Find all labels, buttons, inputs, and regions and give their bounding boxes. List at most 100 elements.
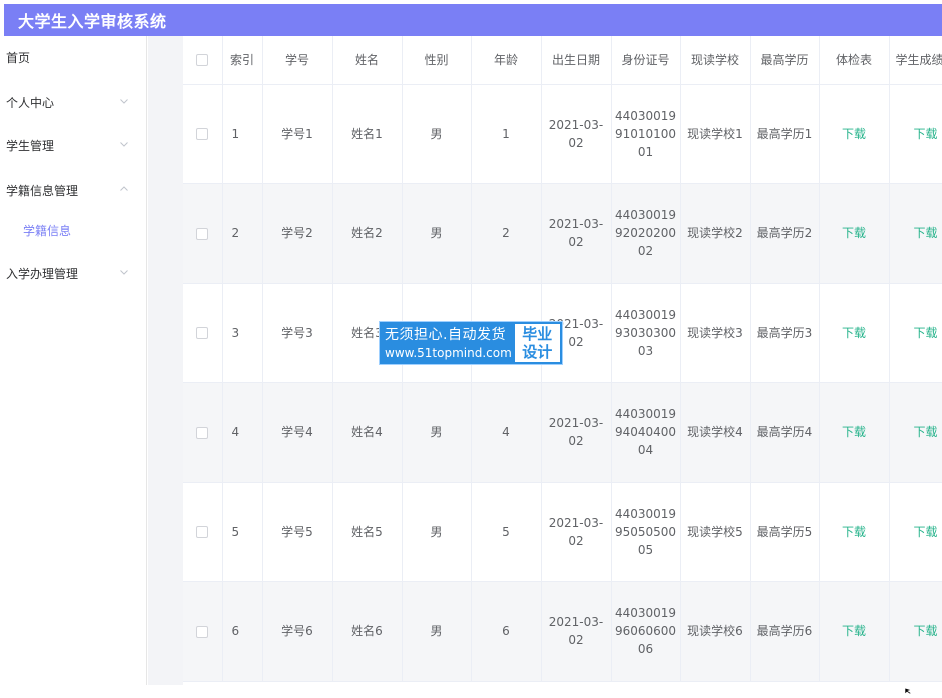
row-checkbox[interactable] xyxy=(196,526,209,539)
column-header-student-no[interactable]: 学号 xyxy=(262,36,333,85)
row-checkbox[interactable] xyxy=(196,327,209,340)
row-checkbox[interactable] xyxy=(196,426,209,439)
sidebar-item-admission-management[interactable]: 入学办理管理 xyxy=(0,258,147,288)
row-checkbox-cell[interactable] xyxy=(183,84,223,184)
select-all-checkbox-cell[interactable] xyxy=(183,36,223,85)
column-header-gender[interactable]: 性别 xyxy=(402,36,472,85)
birth-date-part: 2021-03- xyxy=(548,515,604,530)
sidebar-item-label: 首页 xyxy=(6,50,31,65)
column-header-name[interactable]: 姓名 xyxy=(332,36,403,85)
download-medical-form-link[interactable]: 下载 xyxy=(819,482,890,582)
download-medical-form-link[interactable]: 下载 xyxy=(819,84,890,184)
download-grade-sheet-link[interactable]: 下载 xyxy=(889,84,942,184)
cell-current-school: 现读学校1 xyxy=(680,84,751,184)
column-header-medical-form[interactable]: 体检表 xyxy=(819,36,890,85)
cell-current-school: 现读学校3 xyxy=(680,283,751,383)
row-checkbox-cell[interactable] xyxy=(183,283,223,383)
cell-index: 4 xyxy=(222,382,263,483)
id-number-part: 44030019 xyxy=(614,108,677,123)
download-grade-sheet-link[interactable]: 下载 xyxy=(889,482,942,582)
row-checkbox-cell[interactable] xyxy=(183,382,223,483)
column-header-highest-degree[interactable]: 最高学历 xyxy=(750,36,820,85)
birth-date-part: 02 xyxy=(568,533,584,548)
sidebar: 首页 个人中心 学生管理 学籍信息管理 学籍信息 入学办理管理 xyxy=(0,36,147,685)
cell-name: 姓名2 xyxy=(332,183,403,284)
cell-index: 1 xyxy=(222,84,263,184)
row-checkbox[interactable] xyxy=(196,227,209,240)
id-number-part: 44030019 xyxy=(614,307,677,322)
id-number-part: 44030019 xyxy=(614,506,677,521)
download-grade-sheet-link[interactable]: 下载 xyxy=(889,183,942,284)
cell-age: 2 xyxy=(471,183,542,284)
id-number-part: 93030300 xyxy=(614,325,677,340)
birth-date-part: 2021-03- xyxy=(548,217,604,232)
cell-gender: 男 xyxy=(402,382,472,483)
table-row: 1 学号1 姓名1 男 1 2021-03- 02 44030019 9101010… xyxy=(183,84,942,184)
chevron-up-icon xyxy=(119,184,129,194)
download-grade-sheet-link[interactable]: 下载 xyxy=(889,382,942,483)
cell-age: 6 xyxy=(471,581,542,682)
cell-id-number: 44030019 96060600 06 xyxy=(611,581,681,682)
cell-highest-degree: 最高学历4 xyxy=(750,382,820,483)
cell-highest-degree: 最高学历3 xyxy=(750,283,820,383)
table-header-row: 索引 学号 姓名 性别 年龄 出生日期 身份证号 现读学校 最高学历 体检表 学… xyxy=(183,36,942,85)
cell-name: 姓名4 xyxy=(332,382,403,483)
download-grade-sheet-link[interactable]: 下载 xyxy=(889,283,942,383)
chevron-down-icon xyxy=(119,96,129,106)
id-number-part: 05 xyxy=(637,542,654,557)
row-checkbox[interactable] xyxy=(196,625,209,638)
watermark-badge: 毕业 设计 xyxy=(514,324,560,362)
row-checkbox-cell[interactable] xyxy=(183,183,223,284)
cell-index: 3 xyxy=(222,283,263,383)
sidebar-item-label: 学籍信息 xyxy=(23,223,72,238)
cell-student-no: 学号4 xyxy=(262,382,333,483)
app-title: 大学生入学审核系统 xyxy=(18,12,167,31)
birth-date-part: 2021-03- xyxy=(548,117,604,132)
watermark-slogan: 无须担心.自动发货 xyxy=(385,327,506,343)
download-medical-form-link[interactable]: 下载 xyxy=(819,183,890,284)
row-checkbox-cell[interactable] xyxy=(183,482,223,582)
column-header-age[interactable]: 年龄 xyxy=(471,36,542,85)
column-header-id-number[interactable]: 身份证号 xyxy=(611,36,681,85)
id-number-part: 94040400 xyxy=(614,425,677,440)
table-row: 5 学号5 姓名5 男 5 2021-03- 02 44030019 9505050… xyxy=(183,482,942,582)
watermark-banner: 无须担心.自动发货 www.51topmind.com 毕业 设计 xyxy=(379,321,563,365)
watermark-badge-line: 毕业 xyxy=(522,325,553,343)
cell-current-school: 现读学校5 xyxy=(680,482,751,582)
column-header-index[interactable]: 索引 xyxy=(222,36,263,85)
cell-current-school: 现读学校4 xyxy=(680,382,751,483)
id-number-part: 01 xyxy=(637,144,654,159)
cell-gender: 男 xyxy=(402,84,472,184)
cell-current-school: 现读学校2 xyxy=(680,183,751,284)
sidebar-item-enrollment-management[interactable]: 学籍信息管理 xyxy=(0,175,147,205)
download-medical-form-link[interactable]: 下载 xyxy=(819,283,890,383)
download-medical-form-link[interactable]: 下载 xyxy=(819,581,890,682)
row-checkbox[interactable] xyxy=(196,128,209,141)
cell-birth-date: 2021-03- 02 xyxy=(541,482,612,582)
cell-id-number: 44030019 93030300 03 xyxy=(611,283,681,383)
download-grade-sheet-link[interactable]: 下载 xyxy=(889,581,942,682)
download-medical-form-link[interactable]: 下载 xyxy=(819,382,890,483)
cell-gender: 男 xyxy=(402,183,472,284)
select-all-checkbox[interactable] xyxy=(196,54,209,67)
cell-student-no: 学号2 xyxy=(262,183,333,284)
watermark-badge-line: 设计 xyxy=(522,343,553,361)
id-number-part: 95050500 xyxy=(614,524,677,539)
sidebar-item-enrollment-info[interactable]: 学籍信息 xyxy=(0,215,147,245)
cell-highest-degree: 最高学历1 xyxy=(750,84,820,184)
watermark-text-block: 无须担心.自动发货 www.51topmind.com xyxy=(380,322,515,364)
sidebar-item-home[interactable]: 首页 xyxy=(0,42,147,72)
birth-date-part: 02 xyxy=(568,633,584,648)
sidebar-item-student-management[interactable]: 学生管理 xyxy=(0,130,147,160)
column-header-grade-sheet[interactable]: 学生成绩表 xyxy=(889,36,942,85)
sidebar-item-label: 个人中心 xyxy=(6,95,55,110)
cell-student-no: 学号1 xyxy=(262,84,333,184)
cell-student-no: 学号3 xyxy=(262,283,333,383)
sidebar-item-personal-center[interactable]: 个人中心 xyxy=(0,87,147,117)
column-header-birth-date[interactable]: 出生日期 xyxy=(541,36,612,85)
row-checkbox-cell[interactable] xyxy=(183,581,223,682)
cell-birth-date: 2021-03- 02 xyxy=(541,581,612,682)
cell-gender: 男 xyxy=(402,581,472,682)
column-header-current-school[interactable]: 现读学校 xyxy=(680,36,751,85)
birth-date-part: 02 xyxy=(568,434,584,449)
